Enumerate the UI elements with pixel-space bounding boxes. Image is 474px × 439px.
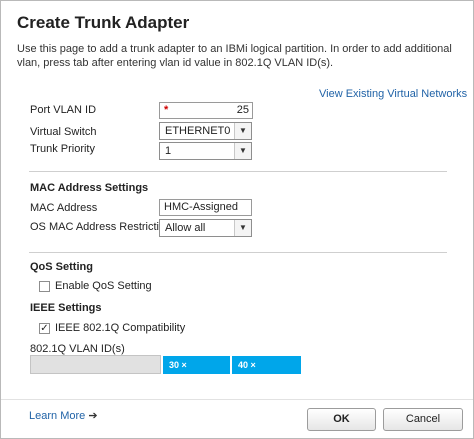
chevron-down-icon[interactable]: ▼ bbox=[234, 143, 251, 159]
chevron-down-icon[interactable]: ▼ bbox=[234, 123, 251, 139]
create-trunk-adapter-dialog: Create Trunk Adapter Use this page to ad… bbox=[0, 0, 474, 439]
learn-more-label: Learn More bbox=[29, 410, 86, 422]
trunk-priority-value: 1 bbox=[165, 145, 172, 157]
chevron-down-icon[interactable]: ▼ bbox=[234, 220, 251, 236]
arrow-right-icon: ➔ bbox=[88, 410, 98, 422]
mac-address-label: MAC Address bbox=[30, 202, 98, 214]
vlan-tag-label: 30 × bbox=[169, 360, 187, 370]
ieee-compat-label: IEEE 802.1Q Compatibility bbox=[55, 322, 186, 334]
ieee-compat-row[interactable]: ✓ IEEE 802.1Q Compatibility bbox=[39, 322, 185, 334]
view-existing-virtual-networks-link[interactable]: View Existing Virtual Networks bbox=[319, 88, 467, 100]
virtual-switch-select[interactable]: ETHERNET0 ▼ bbox=[159, 122, 252, 140]
vlan-tag-label: 40 × bbox=[238, 360, 256, 370]
vlan-tag[interactable]: 30 × bbox=[163, 356, 230, 374]
learn-more-link[interactable]: Learn More ➔ bbox=[29, 409, 98, 422]
virtual-switch-value: ETHERNET0 bbox=[165, 125, 231, 137]
port-vlan-id-label: Port VLAN ID bbox=[30, 104, 97, 116]
mac-address-settings-heading: MAC Address Settings bbox=[30, 182, 149, 194]
mac-address-value: HMC-Assigned bbox=[164, 201, 238, 213]
os-mac-restrictions-label: OS MAC Address Restrictions bbox=[30, 221, 177, 233]
vlan-id-input[interactable] bbox=[30, 355, 161, 374]
cancel-button[interactable]: Cancel bbox=[383, 408, 463, 431]
qos-setting-heading: QoS Setting bbox=[30, 261, 93, 273]
enable-qos-checkbox[interactable] bbox=[39, 280, 50, 292]
vlan-tag[interactable]: 40 × bbox=[232, 356, 301, 374]
section-divider bbox=[29, 171, 447, 172]
ieee-settings-heading: IEEE Settings bbox=[30, 302, 102, 314]
ieee-compat-checkbox[interactable]: ✓ bbox=[39, 322, 50, 334]
port-vlan-id-value: 25 bbox=[236, 104, 249, 116]
vlan-ids-label: 802.1Q VLAN ID(s) bbox=[30, 343, 125, 355]
trunk-priority-select[interactable]: 1 ▼ bbox=[159, 142, 252, 160]
dialog-title: Create Trunk Adapter bbox=[17, 13, 190, 32]
dialog-description: Use this page to add a trunk adapter to … bbox=[17, 43, 452, 69]
mac-address-input[interactable]: HMC-Assigned bbox=[159, 199, 252, 216]
enable-qos-row[interactable]: Enable QoS Setting bbox=[39, 280, 152, 292]
required-marker: * bbox=[164, 104, 169, 116]
trunk-priority-label: Trunk Priority bbox=[30, 143, 95, 155]
port-vlan-id-input[interactable]: * 25 bbox=[159, 102, 253, 119]
os-mac-restrictions-value: Allow all bbox=[165, 222, 206, 234]
ok-button[interactable]: OK bbox=[307, 408, 376, 431]
virtual-switch-label: Virtual Switch bbox=[30, 126, 97, 138]
footer-divider bbox=[1, 399, 473, 400]
section-divider bbox=[29, 252, 447, 253]
os-mac-restrictions-select[interactable]: Allow all ▼ bbox=[159, 219, 252, 237]
enable-qos-label: Enable QoS Setting bbox=[55, 280, 152, 292]
